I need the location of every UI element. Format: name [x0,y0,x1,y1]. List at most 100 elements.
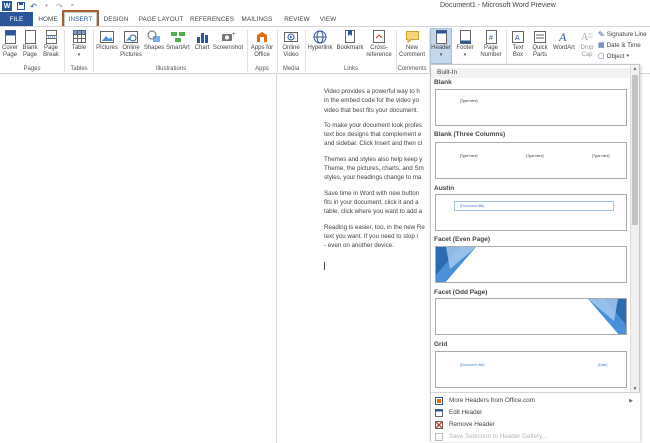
gallery-item-label: Blank (Three Columns) [434,131,506,138]
title-bar: W ↶ ▾ ↷ = Document1 - Microsoft Word Pre… [0,0,650,12]
header-label: Header [431,45,451,51]
online-pictures-button[interactable]: Online Pictures [120,29,142,59]
bookmark-icon [343,29,357,44]
footer-button[interactable]: Footer ▾ [454,29,476,59]
chart-button[interactable]: Chart [193,29,211,52]
placeholder-text: [Document title] [460,204,485,208]
save-icon[interactable] [16,2,25,11]
screenshot-button[interactable]: + Screenshot [212,29,244,52]
smartart-button[interactable]: SmartArt [166,29,190,52]
gallery-scrollbar[interactable]: ▲ ▼ [630,65,639,395]
menu-item-more-headers[interactable]: More Headers from Office.com ▶ [435,395,635,406]
online-pictures-icon [124,29,138,44]
new-comment-button[interactable]: New Comment [398,29,426,59]
gallery-item-grid[interactable]: [Document title] [Date] [435,351,627,388]
dropdown-arrow-icon[interactable]: ▾ [42,2,51,11]
apps-for-office-button[interactable]: Apps for Office [249,29,275,59]
footer-dropdown-icon: ▾ [463,52,467,58]
object-label: Object [606,52,625,60]
table-icon [72,29,86,44]
menu-item-save-selection[interactable]: Save Selection to Header Gallery... [435,431,635,442]
text-cursor [324,262,325,270]
pictures-icon [100,29,114,44]
table-button[interactable]: Table ▾ [68,29,90,59]
menu-item-label: Save Selection to Header Gallery... [449,433,547,440]
page-number-button[interactable]: # Page Number [478,29,504,59]
tab-home[interactable]: HOME [34,12,62,26]
paragraph: Save time in Word with new button fits in… [324,189,423,216]
group-label-illustrations: Illustrations [155,66,187,72]
redo-icon[interactable]: ↷ [55,2,64,11]
gallery-item-facet-even-page[interactable] [435,246,627,283]
svg-text:#: # [489,35,493,42]
facet-odd-graphic [588,299,626,334]
menu-item-edit-header[interactable]: Edit Header [435,407,635,418]
tab-mailings[interactable]: MAILINGS [238,12,276,26]
quick-parts-label: Quick Parts [532,45,548,58]
tab-references[interactable]: REFERENCES [190,12,234,26]
screenshot-icon: + [221,29,235,44]
gallery-item-facet-odd-page[interactable] [435,298,627,335]
smartart-icon [171,29,185,44]
bookmark-button[interactable]: Bookmark [335,29,365,52]
object-icon: ▢ [598,53,605,60]
scrollbar-thumb[interactable] [632,75,638,225]
screenshot-label: Screenshot [212,45,244,51]
gallery-item-austin[interactable]: [Document title] [435,194,627,231]
signature-line-icon: ✎ [598,30,605,39]
tab-insert[interactable]: INSERT [64,12,97,26]
menu-item-label: Edit Header [449,409,483,416]
header-button[interactable]: Header ▾ [430,28,452,64]
quick-parts-button[interactable]: Quick Parts [529,29,551,59]
gallery-item-blank-three-columns[interactable]: [Type here] [Type here] [Type here] [435,142,627,179]
tab-review[interactable]: REVIEW [282,12,312,26]
online-video-button[interactable]: Online Video [279,29,303,59]
document-body[interactable]: Video provides a powerful way to h in the… [324,87,436,256]
wordart-button[interactable]: A WordArt [552,29,576,52]
page-break-button[interactable]: Page Break [42,29,60,59]
signature-line-label: Signature Line [606,31,647,38]
customize-qat-icon[interactable]: = [68,2,77,11]
shapes-button[interactable]: Shapes [144,29,164,52]
shapes-icon [147,29,161,44]
ribbon-tabs: FILE HOME INSERT DESIGN PAGE LAYOUT REFE… [0,12,650,26]
object-dropdown-icon: ▾ [626,53,630,59]
word-logo-icon[interactable]: W [2,1,12,11]
office-icon [435,396,443,405]
pictures-button[interactable]: Pictures [96,29,118,52]
bookmark-label: Bookmark [336,45,364,51]
drop-cap-label: Drop Cap [580,45,594,58]
group-label-tables: Tables [70,66,88,72]
placeholder-text: [Document title] [460,363,485,367]
page-break-label: Page Break [43,45,59,58]
object-button[interactable]: ▢ Object ▾ [598,52,630,61]
svg-text:A: A [581,32,589,43]
signature-line-button[interactable]: ✎ Signature Line [598,30,647,39]
page-number-icon: # [484,29,498,44]
group-label-apps: Apps [255,66,269,72]
undo-icon[interactable]: ↶ [29,2,38,11]
group-separator [247,30,248,72]
gallery-item-blank[interactable]: [Type here] [435,89,627,126]
chart-label: Chart [194,45,210,51]
tab-page-layout[interactable]: PAGE LAYOUT [136,12,186,26]
footer-icon [458,29,472,44]
blank-page-button[interactable]: Blank Page [22,29,38,59]
tab-view[interactable]: VIEW [316,12,340,26]
date-time-button[interactable]: ▦ Date & Time [598,41,641,50]
placeholder-text: [Type here] [460,99,478,103]
drop-cap-button[interactable]: A Drop Cap [577,29,597,59]
gallery-item-label: Grid [434,341,448,348]
text-box-button[interactable]: A Text Box [508,29,528,59]
cross-reference-button[interactable]: Cross-reference [365,29,393,59]
scroll-up-icon[interactable]: ▲ [631,65,639,73]
tab-file[interactable]: FILE [0,12,33,26]
group-label-comments: Comments [397,66,427,72]
submenu-arrow-icon: ▶ [629,397,633,404]
hyperlink-button[interactable]: Hyperlink [307,29,333,52]
cover-page-button[interactable]: Cover Page [2,29,18,59]
blank-page-icon [23,29,37,44]
placeholder-text: [Type here] [592,154,610,158]
menu-item-remove-header[interactable]: Remove Header [435,419,635,430]
tab-design[interactable]: DESIGN [100,12,132,26]
